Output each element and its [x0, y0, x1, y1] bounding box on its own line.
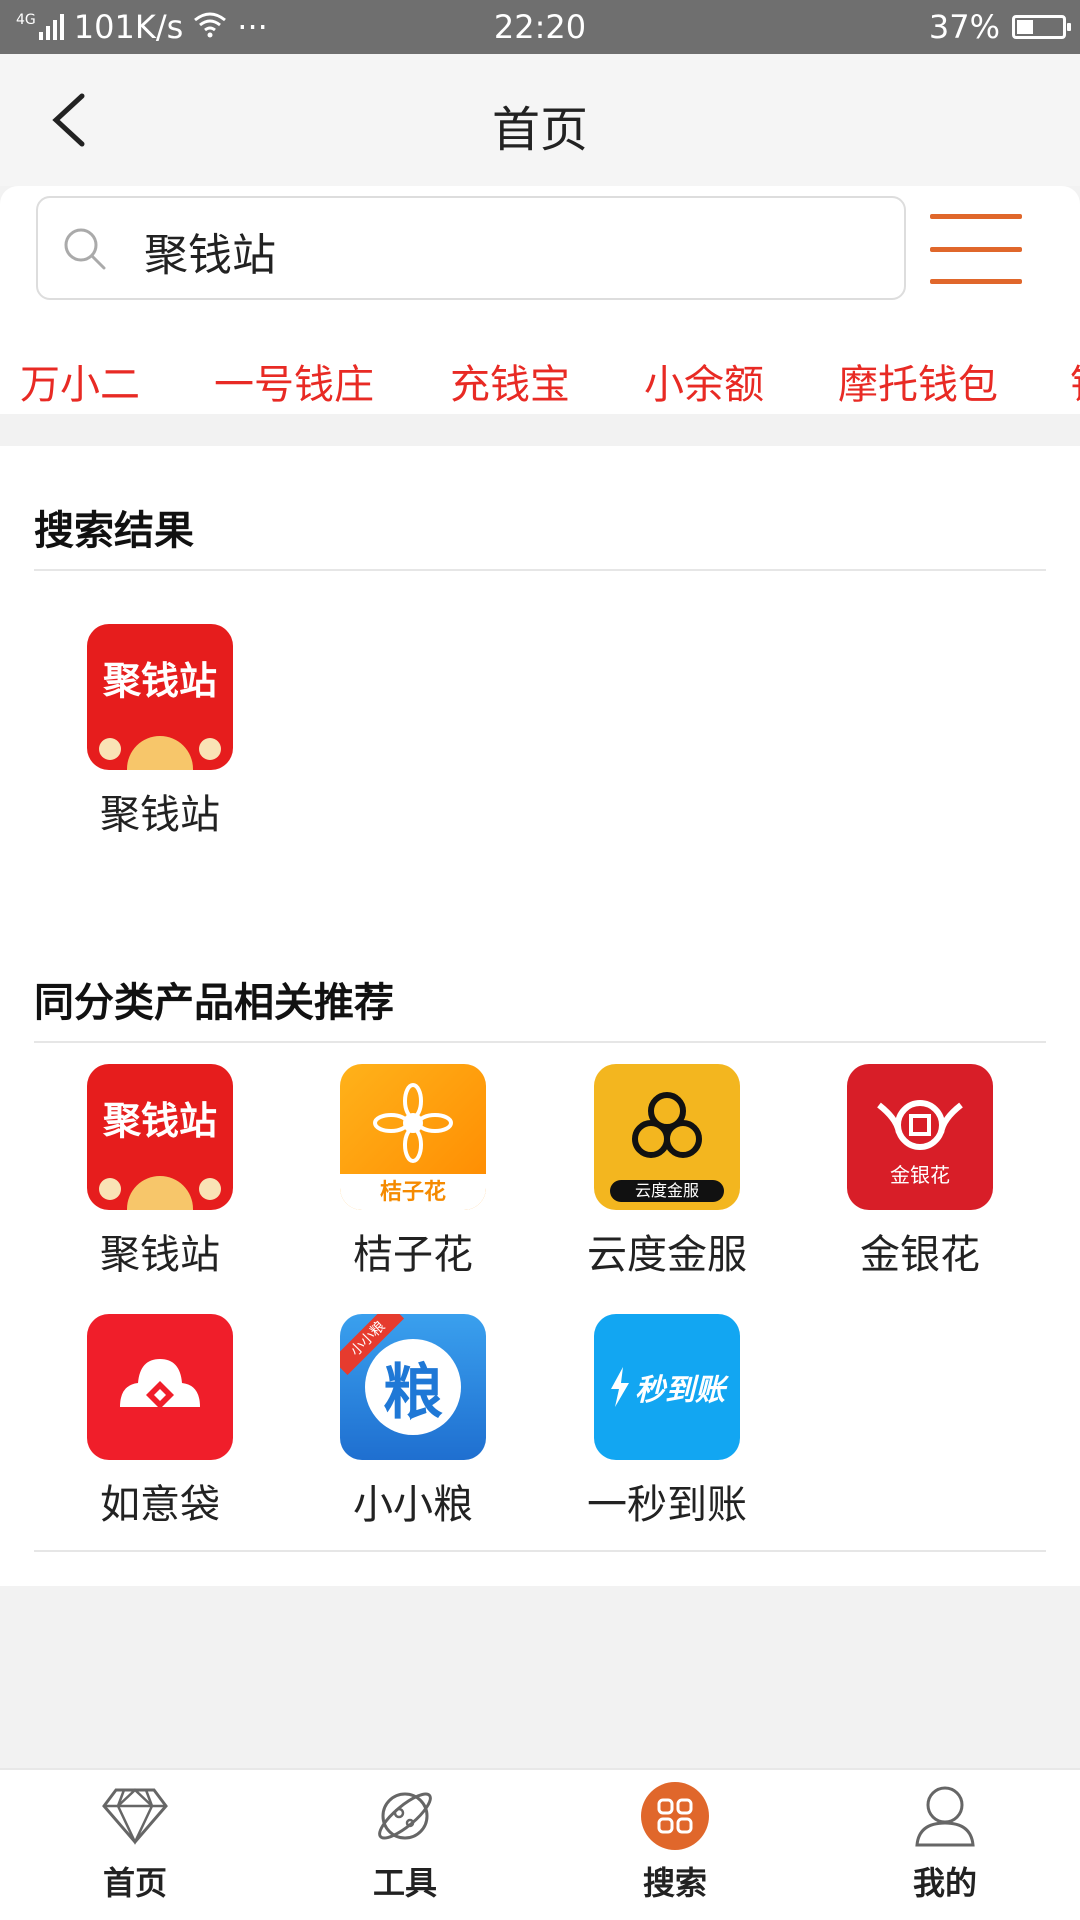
hot-tag[interactable]: 万小二	[20, 352, 140, 410]
status-bar: 4G 101K/s ··· 22:20 37%	[0, 0, 1080, 54]
divider	[34, 1550, 1046, 1552]
battery-percent: 37%	[928, 8, 1000, 46]
tab-profile[interactable]: 我的	[810, 1780, 1080, 1904]
juqianzhan-app-icon: 聚钱站	[87, 1064, 233, 1210]
menu-line-icon	[930, 246, 1022, 252]
app-name: 云度金服	[587, 1232, 747, 1278]
hot-tag[interactable]: 小余额	[644, 352, 764, 410]
app-item[interactable]: 桔子花 桔子花	[308, 1064, 518, 1280]
tab-label: 我的	[912, 1864, 977, 1902]
divider	[34, 1041, 1046, 1043]
hot-tag[interactable]: 钱	[1070, 352, 1080, 410]
search-bar	[0, 186, 1080, 334]
juzihua-app-icon: 桔子花	[340, 1064, 486, 1210]
app-item[interactable]: 聚钱站 聚钱站	[55, 624, 265, 840]
juqianzhan-app-icon: 聚钱站	[87, 624, 233, 770]
content-card: 搜索结果 聚钱站 聚钱站 同分类产品相关推荐 聚钱站 聚钱站 桔子花 桔子花 云…	[0, 446, 1080, 1586]
tab-label: 搜索	[642, 1864, 707, 1902]
tab-home[interactable]: 首页	[0, 1780, 270, 1904]
jinyinhua-app-icon: 金银花	[847, 1064, 993, 1210]
app-name: 小小粮	[353, 1482, 473, 1528]
nav-bar: 首页	[0, 54, 1080, 186]
bottom-tab-bar: 首页 工具 搜索 我的	[0, 1768, 1080, 1920]
ruyidai-app-icon	[87, 1314, 233, 1460]
tab-label: 工具	[372, 1864, 437, 1902]
tab-search[interactable]: 搜索	[540, 1780, 810, 1904]
divider	[34, 569, 1046, 571]
app-name: 如意袋	[100, 1482, 220, 1528]
search-input[interactable]	[142, 222, 846, 280]
yimiaodaozhang-app-icon: 秒到账	[594, 1314, 740, 1460]
page-title: 首页	[491, 102, 588, 158]
user-icon	[909, 1780, 981, 1852]
diamond-icon	[99, 1780, 171, 1852]
app-name: 聚钱站	[100, 792, 220, 838]
app-item[interactable]: 金银花 金银花	[815, 1064, 1025, 1280]
grid-icon	[639, 1780, 711, 1852]
search-box[interactable]	[36, 196, 906, 300]
app-name: 桔子花	[353, 1232, 473, 1278]
app-name: 一秒到账	[587, 1482, 747, 1528]
tab-label: 首页	[102, 1864, 167, 1902]
app-name: 金银花	[860, 1232, 980, 1278]
section-title-recommend: 同分类产品相关推荐	[34, 980, 394, 1026]
section-title-results: 搜索结果	[34, 508, 194, 554]
hot-tags-bar: 万小二 一号钱庄 充钱宝 小余额 摩托钱包 钱	[0, 334, 1080, 414]
app-item[interactable]: 云度金服 云度金服	[562, 1064, 772, 1280]
app-item[interactable]: 如意袋	[55, 1314, 265, 1530]
hot-tag[interactable]: 摩托钱包	[838, 352, 998, 410]
planet-icon	[369, 1780, 441, 1852]
yundu-app-icon: 云度金服	[594, 1064, 740, 1210]
app-item[interactable]: 聚钱站 聚钱站	[55, 1064, 265, 1280]
hot-tag[interactable]: 充钱宝	[450, 352, 570, 410]
search-icon	[62, 226, 108, 272]
menu-button[interactable]	[930, 214, 1022, 284]
menu-line-icon	[930, 279, 1022, 284]
hot-tag[interactable]: 一号钱庄	[214, 352, 374, 410]
tab-tools[interactable]: 工具	[270, 1780, 540, 1904]
battery-icon	[1012, 15, 1071, 39]
xiaoxiaoliang-app-icon: 粮 小小粮	[340, 1314, 486, 1460]
menu-line-icon	[930, 214, 1022, 219]
app-name: 聚钱站	[100, 1232, 220, 1278]
app-item[interactable]: 粮 小小粮 小小粮	[308, 1314, 518, 1530]
app-item[interactable]: 秒到账 一秒到账	[562, 1314, 772, 1530]
clock: 22:20	[493, 8, 587, 46]
